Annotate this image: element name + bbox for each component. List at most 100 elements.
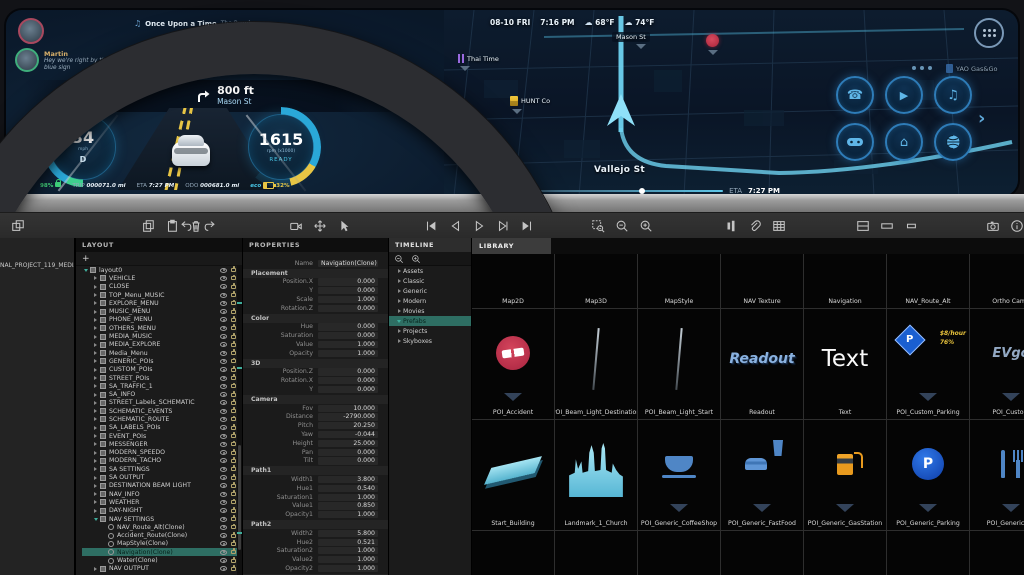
expander-icon[interactable] [92,376,99,380]
lock-icon[interactable] [231,285,236,289]
expander-icon[interactable] [92,459,99,463]
zoom-region-icon[interactable] [590,218,605,233]
asset-folder[interactable]: Projects [389,326,471,336]
expander-icon[interactable] [92,393,99,397]
layout-tree-item[interactable]: EXPLORE_MENU [82,299,242,307]
lock-icon[interactable] [231,268,236,272]
expander-icon[interactable] [92,484,99,488]
expander-icon[interactable] [92,326,99,330]
visibility-eye-icon[interactable] [220,334,227,339]
property-value[interactable]: 1.000 [318,556,378,563]
copy-icon[interactable] [140,218,155,233]
lock-icon[interactable] [231,467,236,471]
layout-tree-item[interactable]: SA SETTINGS [82,465,242,473]
asset-cell[interactable]: Ortho Came [970,254,1024,308]
layout-tree-item[interactable]: MODERN_SPEEDO [82,449,242,457]
step-forward-icon[interactable] [495,218,510,233]
lock-icon[interactable] [231,417,236,421]
asset-cell[interactable] [638,531,720,575]
expander-icon[interactable] [92,409,99,413]
property-value[interactable]: 20.250 [318,422,378,429]
expander-icon[interactable] [92,285,99,289]
asset-cell[interactable]: Map2D [472,254,554,308]
property-value[interactable]: 0.850 [318,502,378,509]
visibility-eye-icon[interactable] [220,566,227,571]
phone-app-button[interactable]: ☎ [836,76,874,114]
visibility-eye-icon[interactable] [220,558,227,563]
property-value[interactable]: 1.000 [318,494,378,501]
lock-icon[interactable] [231,434,236,438]
property-value[interactable]: 1.000 [318,511,378,518]
lock-icon[interactable] [231,401,236,405]
asset-cell[interactable]: Map3D [555,254,637,308]
lock-icon[interactable] [231,343,236,347]
pane-wide-icon[interactable] [879,218,894,233]
redo-icon[interactable] [202,218,217,233]
lock-icon[interactable] [231,500,236,504]
layout-tree-item[interactable]: WEATHER [82,498,242,506]
library-tab[interactable]: LIBRARY [472,238,551,254]
asset-folder[interactable]: Prefabs [389,316,471,326]
layout-tree-item[interactable]: SA_LABELS_POIs [82,424,242,432]
pane-split-icon[interactable] [855,218,870,233]
property-value[interactable]: 0.000 [318,457,378,464]
property-value[interactable]: 0.000 [318,449,378,456]
folder-expander-icon[interactable] [395,289,403,293]
layout-tree-item[interactable]: SCHEMATIC_EVENTS [82,407,242,415]
lock-icon[interactable] [231,534,236,538]
visibility-eye-icon[interactable] [220,550,227,555]
asset-cell[interactable] [887,531,969,575]
property-value[interactable]: 1.000 [318,296,378,303]
lock-icon[interactable] [231,542,236,546]
lock-icon[interactable] [231,276,236,280]
asset-cell[interactable]: Landmark_1_Church [555,420,637,530]
expander-icon[interactable] [92,518,99,521]
property-value[interactable]: -2790.000 [318,413,378,420]
property-value[interactable]: 10.000 [318,405,378,412]
property-value[interactable]: Navigation(Clone) [318,260,378,267]
asset-cell[interactable] [721,531,803,575]
home-app-button[interactable]: ⌂ [885,123,923,161]
property-value[interactable]: 1.000 [318,547,378,554]
visibility-eye-icon[interactable] [220,351,227,356]
visibility-eye-icon[interactable] [220,467,227,472]
lock-icon[interactable] [231,567,236,571]
expander-icon[interactable] [92,434,99,438]
asset-cell[interactable]: EVgo POI_Custom [970,309,1024,419]
visibility-eye-icon[interactable] [220,384,227,389]
expander-icon[interactable] [92,359,99,363]
media-play-button[interactable]: ▶ [885,76,923,114]
visibility-eye-icon[interactable] [220,500,227,505]
pane-compact-icon[interactable] [903,218,918,233]
layout-tree-item[interactable]: MEDIA_EXPLORE [82,341,242,349]
lock-icon[interactable] [231,376,236,380]
skip-end-icon[interactable] [519,218,534,233]
folder-expander-icon[interactable] [395,329,403,333]
visibility-eye-icon[interactable] [220,376,227,381]
lock-icon[interactable] [231,517,236,521]
asset-folder[interactable]: Skyboxes [389,336,471,346]
lock-icon[interactable] [231,310,236,314]
lock-icon[interactable] [231,326,236,330]
expander-icon[interactable] [92,500,99,504]
asset-cell[interactable]: NAV Texture [721,254,803,308]
layout-tree-item[interactable]: OTHERS_MENU [82,324,242,332]
zoom-out-icon[interactable] [614,218,629,233]
asset-cell[interactable]: P $8/hour 76% POI_Custom_Parking [887,309,969,419]
visibility-eye-icon[interactable] [220,392,227,397]
lock-icon[interactable] [231,426,236,430]
asset-folder[interactable]: Modern [389,296,471,306]
lock-icon[interactable] [231,393,236,397]
visibility-eye-icon[interactable] [220,517,227,522]
property-value[interactable]: 0.000 [318,332,378,339]
browser-app-button[interactable] [934,123,972,161]
layout-tree-item[interactable]: STREET_Labels_SCHEMATIC [82,399,242,407]
folder-expander-icon[interactable] [395,269,403,273]
asset-cell[interactable]: POI_Beam_Light_Start [638,309,720,419]
layout-tree-item[interactable]: SA_INFO [82,390,242,398]
layout-tree-item[interactable]: layout0 [82,266,242,274]
folder-expander-icon[interactable] [395,279,403,283]
expander-icon[interactable] [92,509,99,513]
layout-tree-item[interactable]: PHONE_MENU [82,316,242,324]
info-icon[interactable] [1009,218,1024,233]
